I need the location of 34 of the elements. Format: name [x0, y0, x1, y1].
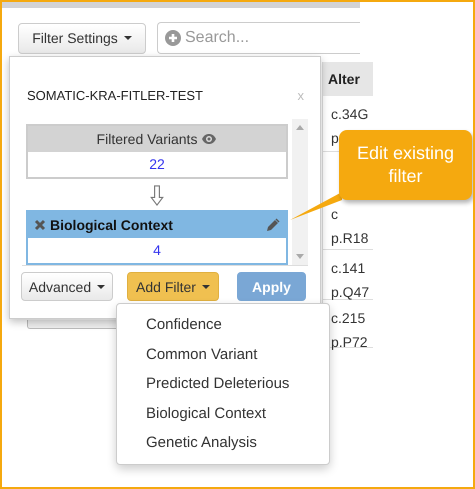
menu-item[interactable]: Biological Context: [117, 398, 329, 428]
dropdown-button[interactable]: Advanced: [21, 272, 113, 301]
table-cell-text: c: [331, 205, 339, 224]
table-cell-text: c.215: [331, 309, 366, 328]
variant-count: 22: [148, 155, 166, 174]
eye-icon[interactable]: [201, 133, 218, 145]
table-cell-text: c.34G: [331, 105, 370, 124]
table-cell-text: p.R18: [331, 229, 370, 248]
filter-label: Filtered Variants: [96, 131, 198, 147]
callout: Edit existing filter: [339, 130, 472, 200]
table-cell-text: c.141: [331, 259, 366, 278]
table-cell-text: p.P72: [331, 333, 369, 352]
down-arrow-icon: [150, 185, 164, 206]
filter-settings-button[interactable]: Filter Settings: [18, 22, 146, 54]
filter-label: Biological Context: [50, 217, 173, 233]
remove-icon[interactable]: [34, 219, 46, 231]
scroll-down-icon[interactable]: [296, 254, 304, 259]
pencil-icon[interactable]: [266, 218, 280, 232]
menu-item[interactable]: Common Variant: [117, 340, 329, 369]
table-cell-text: p: [331, 129, 340, 148]
table-cell-text: p.Q47: [331, 283, 370, 302]
scrollbar[interactable]: [292, 119, 308, 265]
popover-title: SOMATIC-KRA-FITLER-TEST: [27, 88, 203, 102]
column-header: Alter: [323, 62, 373, 96]
menu-item[interactable]: Genetic Analysis: [117, 428, 329, 458]
scroll-up-icon[interactable]: [296, 125, 304, 130]
caret-icon: [97, 284, 106, 288]
caret-icon: [124, 36, 132, 40]
search-field[interactable]: Search...: [157, 22, 360, 54]
variant-count: 4: [152, 241, 162, 260]
caret-icon: [202, 284, 210, 288]
menu-item[interactable]: Confidence: [117, 310, 329, 340]
dropdown-button[interactable]: Add Filter: [127, 272, 219, 301]
menu-item[interactable]: Predicted Deleterious: [117, 369, 329, 398]
